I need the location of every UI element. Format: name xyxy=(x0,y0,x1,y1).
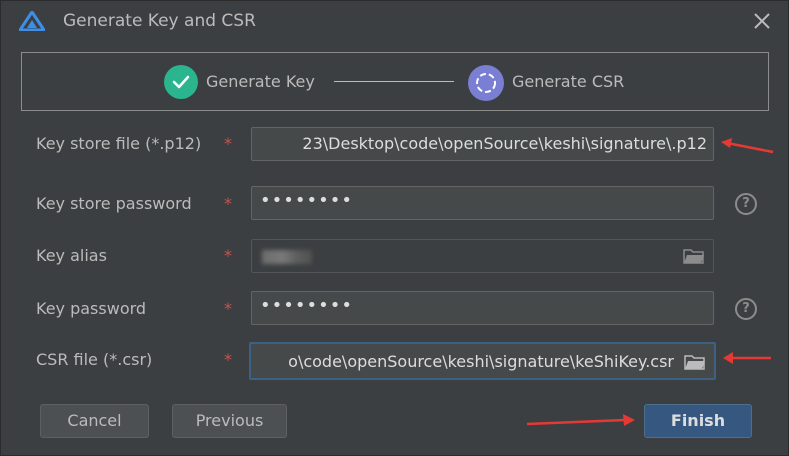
required-mark: * xyxy=(224,350,232,369)
close-icon[interactable] xyxy=(751,10,773,32)
key-store-password-label: Key store password xyxy=(36,194,192,213)
annotation-arrow xyxy=(526,414,635,426)
csr-file-label: CSR file (*.csr) xyxy=(36,350,153,369)
key-store-file-label: Key store file (*.p12) xyxy=(36,134,202,153)
step-generate-csr-label: Generate CSR xyxy=(512,72,625,91)
csr-file-field[interactable]: o\code\openSource\keshi\signature\keShiK… xyxy=(249,342,716,380)
help-icon[interactable]: ? xyxy=(735,298,757,320)
key-store-file-value: 23\Desktop\code\openSource\keshi\signatu… xyxy=(302,134,707,153)
required-mark: * xyxy=(224,194,232,213)
key-password-value: •••••••• xyxy=(260,295,353,316)
key-alias-field[interactable] xyxy=(251,239,714,273)
step-generate-key-label: Generate Key xyxy=(206,72,315,91)
step-connector xyxy=(334,81,454,82)
key-store-file-field[interactable]: 23\Desktop\code\openSource\keshi\signatu… xyxy=(251,127,714,161)
annotation-arrow xyxy=(721,138,774,154)
progress-ring-icon xyxy=(468,65,504,101)
key-store-password-value: •••••••• xyxy=(260,190,353,211)
required-mark: * xyxy=(224,299,232,318)
key-store-password-field[interactable]: •••••••• xyxy=(251,186,714,220)
finish-button[interactable]: Finish xyxy=(644,404,752,438)
folder-icon[interactable] xyxy=(684,354,706,370)
deveco-logo-icon xyxy=(19,11,45,31)
previous-button[interactable]: Previous xyxy=(172,404,287,438)
required-mark: * xyxy=(224,134,232,153)
required-mark: * xyxy=(224,246,232,265)
annotation-arrow xyxy=(723,352,771,364)
key-password-field[interactable]: •••••••• xyxy=(251,291,714,325)
folder-icon[interactable] xyxy=(683,248,705,264)
key-password-label: Key password xyxy=(36,299,147,318)
generate-key-csr-dialog: Generate Key and CSR Generate Key Genera… xyxy=(0,0,789,456)
csr-file-value: o\code\openSource\keshi\signature\keShiK… xyxy=(288,352,674,371)
key-alias-label: Key alias xyxy=(36,246,107,265)
stepper: Generate Key Generate CSR xyxy=(21,52,769,111)
title-bar: Generate Key and CSR xyxy=(1,1,789,41)
help-icon[interactable]: ? xyxy=(735,193,757,215)
obscured-value xyxy=(262,250,312,264)
check-icon xyxy=(164,65,198,99)
cancel-button[interactable]: Cancel xyxy=(40,404,149,438)
dialog-title: Generate Key and CSR xyxy=(63,11,256,31)
